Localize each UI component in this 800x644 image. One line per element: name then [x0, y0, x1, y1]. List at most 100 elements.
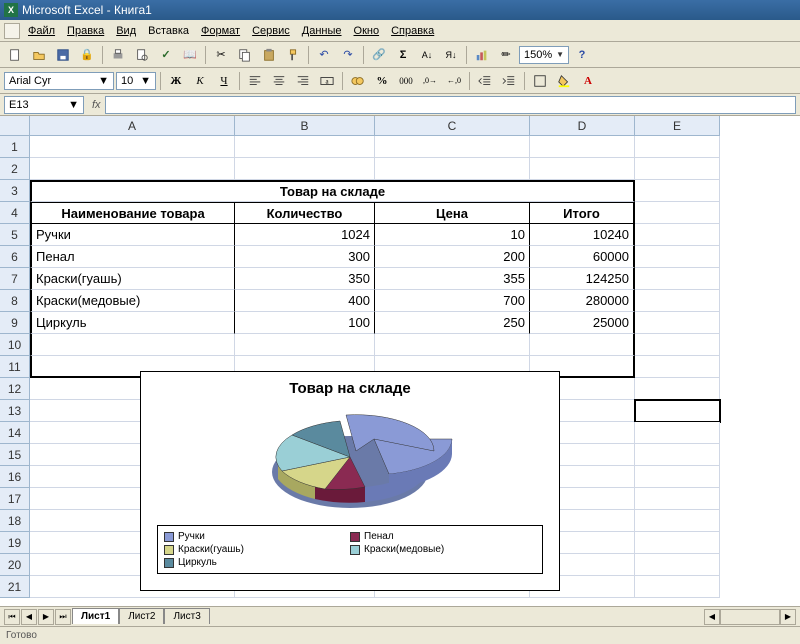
cut-icon[interactable]: ✂ [210, 44, 232, 66]
row-header[interactable]: 2 [0, 158, 30, 180]
cell[interactable] [530, 334, 635, 356]
row-header[interactable]: 20 [0, 554, 30, 576]
cell[interactable] [635, 312, 720, 334]
tab-nav-last-icon[interactable]: ⏭ [55, 609, 71, 625]
research-icon[interactable]: 📖 [179, 44, 201, 66]
currency-icon[interactable] [347, 70, 369, 92]
increase-decimal-icon[interactable]: ,0→ [419, 70, 441, 92]
row-header[interactable]: 19 [0, 532, 30, 554]
col-header[interactable]: C [375, 116, 530, 136]
cell[interactable]: Циркуль [30, 312, 235, 334]
tab-nav-prev-icon[interactable]: ◀ [21, 609, 37, 625]
cell[interactable] [635, 444, 720, 466]
cell[interactable] [635, 576, 720, 598]
cell[interactable]: 350 [235, 268, 375, 290]
bold-icon[interactable]: Ж [165, 70, 187, 92]
cell[interactable]: 25000 [530, 312, 635, 334]
row-header[interactable]: 18 [0, 510, 30, 532]
decrease-decimal-icon[interactable]: ←,0 [443, 70, 465, 92]
menu-insert[interactable]: Вставка [142, 23, 195, 39]
cell[interactable] [635, 136, 720, 158]
cell[interactable] [30, 334, 235, 356]
row-header[interactable]: 17 [0, 488, 30, 510]
cell[interactable] [635, 466, 720, 488]
cell[interactable] [375, 136, 530, 158]
cell[interactable]: 10 [375, 224, 530, 246]
print-icon[interactable] [107, 44, 129, 66]
align-center-icon[interactable] [268, 70, 290, 92]
underline-icon[interactable]: Ч [213, 70, 235, 92]
menu-help[interactable]: Справка [385, 23, 440, 39]
cell[interactable]: Количество [235, 202, 375, 224]
permission-icon[interactable]: 🔒 [76, 44, 98, 66]
row-header[interactable]: 4 [0, 202, 30, 224]
cell[interactable]: Наименование товара [30, 202, 235, 224]
cell[interactable]: 10240 [530, 224, 635, 246]
cell[interactable] [375, 158, 530, 180]
merge-center-icon[interactable]: a [316, 70, 338, 92]
sheet-tab[interactable]: Лист1 [72, 608, 119, 624]
row-header[interactable]: 10 [0, 334, 30, 356]
cell[interactable] [635, 158, 720, 180]
cell[interactable] [30, 158, 235, 180]
format-painter-icon[interactable] [282, 44, 304, 66]
paste-icon[interactable] [258, 44, 280, 66]
row-header[interactable]: 13 [0, 400, 30, 422]
sheet-tab[interactable]: Лист2 [119, 608, 164, 624]
align-left-icon[interactable] [244, 70, 266, 92]
row-header[interactable]: 12 [0, 378, 30, 400]
cell[interactable] [235, 158, 375, 180]
open-icon[interactable] [28, 44, 50, 66]
menu-format[interactable]: Формат [195, 23, 246, 39]
row-header[interactable]: 9 [0, 312, 30, 334]
cell[interactable]: 280000 [530, 290, 635, 312]
cell[interactable]: 200 [375, 246, 530, 268]
col-header[interactable]: E [635, 116, 720, 136]
worksheet-grid[interactable]: ABCDE 123456789101112131415161718192021 … [0, 116, 800, 606]
increase-indent-icon[interactable] [498, 70, 520, 92]
hscroll-left-icon[interactable]: ◀ [704, 609, 720, 625]
embedded-chart[interactable]: Товар на складе [140, 371, 560, 591]
cell[interactable] [635, 378, 720, 400]
cell[interactable] [375, 334, 530, 356]
menu-file[interactable]: Файл [22, 23, 61, 39]
row-header[interactable]: 1 [0, 136, 30, 158]
cell[interactable] [635, 400, 720, 422]
cell[interactable]: 1024 [235, 224, 375, 246]
cell[interactable] [635, 224, 720, 246]
col-header[interactable]: D [530, 116, 635, 136]
sheet-tab[interactable]: Лист3 [164, 608, 209, 624]
menu-window[interactable]: Окно [348, 23, 386, 39]
font-name-combo[interactable]: Arial Cyr▼ [4, 72, 114, 90]
control-icon[interactable] [4, 23, 20, 39]
col-header[interactable]: A [30, 116, 235, 136]
formula-input[interactable] [105, 96, 796, 114]
save-icon[interactable] [52, 44, 74, 66]
hyperlink-icon[interactable]: 🔗 [368, 44, 390, 66]
menu-view[interactable]: Вид [110, 23, 142, 39]
select-all-corner[interactable] [0, 116, 30, 136]
row-header[interactable]: 8 [0, 290, 30, 312]
decrease-indent-icon[interactable] [474, 70, 496, 92]
cell[interactable]: 250 [375, 312, 530, 334]
menu-edit[interactable]: Правка [61, 23, 110, 39]
cell[interactable]: 100 [235, 312, 375, 334]
cell[interactable] [635, 202, 720, 224]
drawing-icon[interactable]: ✏ [495, 44, 517, 66]
cell[interactable] [30, 136, 235, 158]
cell[interactable]: Итого [530, 202, 635, 224]
cell[interactable]: 124250 [530, 268, 635, 290]
cell[interactable]: Товар на складе [30, 180, 635, 202]
cell[interactable]: Ручки [30, 224, 235, 246]
new-icon[interactable] [4, 44, 26, 66]
menu-data[interactable]: Данные [296, 23, 348, 39]
cell[interactable]: 700 [375, 290, 530, 312]
zoom-combo[interactable]: 150%▼ [519, 46, 569, 64]
cell[interactable]: 400 [235, 290, 375, 312]
cell[interactable] [635, 268, 720, 290]
spelling-icon[interactable]: ✓ [155, 44, 177, 66]
row-header[interactable]: 6 [0, 246, 30, 268]
row-header[interactable]: 5 [0, 224, 30, 246]
cell[interactable] [635, 246, 720, 268]
row-header[interactable]: 16 [0, 466, 30, 488]
